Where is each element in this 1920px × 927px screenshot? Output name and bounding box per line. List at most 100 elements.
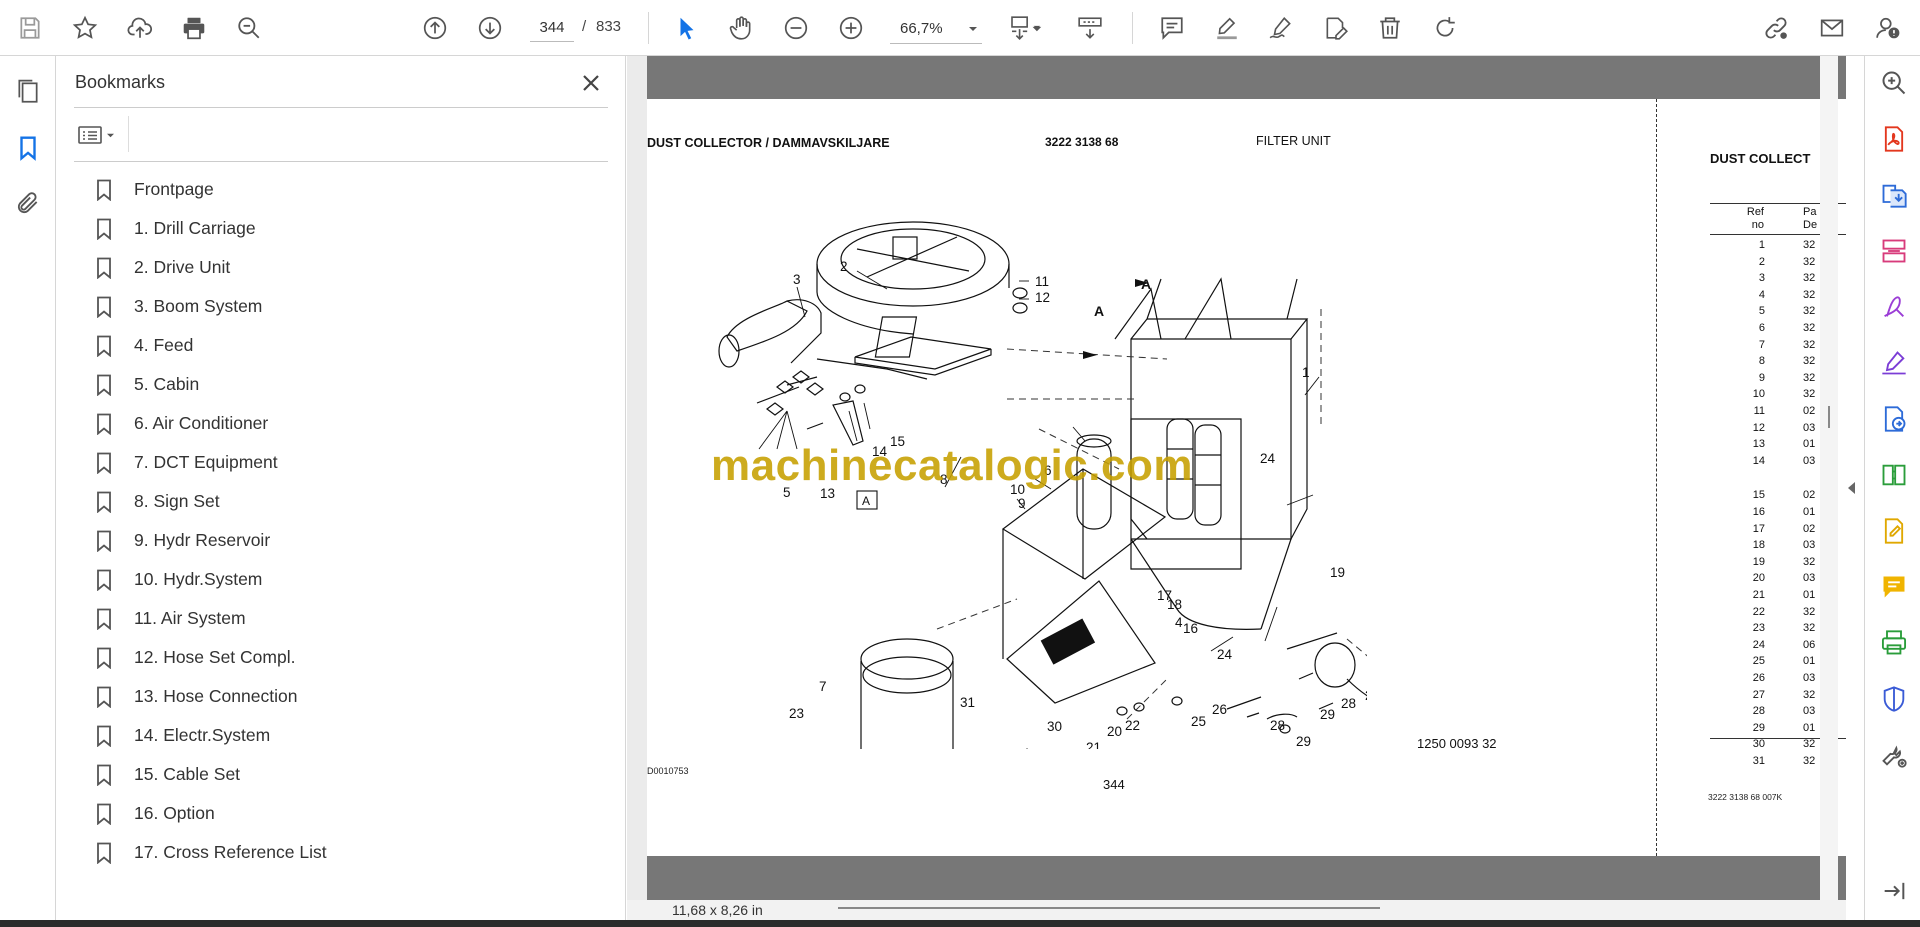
scrollbar-thumb[interactable]	[1828, 406, 1830, 428]
part-cell: 32	[1803, 322, 1816, 334]
bookmark-icon	[94, 450, 114, 476]
create-edit-icon[interactable]	[1879, 516, 1909, 546]
bookmark-options-button[interactable]	[74, 120, 122, 150]
select-cursor-icon[interactable]	[669, 10, 705, 46]
scan-ocr-icon[interactable]	[1879, 628, 1909, 658]
zoom-in-icon[interactable]	[833, 10, 869, 46]
bookmark-item[interactable]: 13. Hose Connection	[94, 677, 594, 716]
bookmark-item[interactable]: 14. Electr.System	[94, 716, 594, 755]
bookmark-item[interactable]: 7. DCT Equipment	[94, 443, 594, 482]
part-cell: 02	[1803, 522, 1816, 535]
bookmark-item[interactable]: 3. Boom System	[94, 287, 594, 326]
ref-cell: 1	[1758, 239, 1765, 251]
bookmark-item[interactable]: 1. Drill Carriage	[94, 209, 594, 248]
sign-icon[interactable]	[1263, 10, 1299, 46]
ref-cell: 21	[1752, 589, 1765, 601]
bookmark-item[interactable]: 4. Feed	[94, 326, 594, 365]
bookmark-item[interactable]: 2. Drive Unit	[94, 248, 594, 287]
bookmark-item[interactable]: 9. Hydr Reservoir	[94, 521, 594, 560]
panel-divider	[74, 107, 608, 108]
ref-cell: 24	[1752, 638, 1765, 651]
account-icon[interactable]	[1870, 10, 1906, 46]
organize-pages-icon[interactable]	[1879, 236, 1909, 266]
page-fit-icon[interactable]	[1000, 10, 1050, 46]
search-zoom-icon[interactable]	[231, 10, 267, 46]
bookmark-item[interactable]: 17. Cross Reference List	[94, 833, 594, 872]
comment-tool-icon[interactable]	[1879, 572, 1909, 602]
bookmark-item[interactable]: Frontpage	[94, 170, 594, 209]
email-icon[interactable]	[1814, 10, 1850, 46]
taskbar-strip	[0, 920, 1920, 927]
svg-text:A: A	[1141, 276, 1151, 292]
request-signature-icon[interactable]	[1879, 348, 1909, 378]
ref-cell: 28	[1752, 705, 1765, 718]
comment-icon[interactable]	[1154, 10, 1190, 46]
page-down-icon[interactable]	[472, 10, 508, 46]
hand-icon[interactable]	[723, 10, 759, 46]
delete-icon[interactable]	[1372, 10, 1408, 46]
fill-sign-icon[interactable]	[1879, 292, 1909, 322]
bookmark-list: Frontpage 1. Drill Carriage 2. Drive Unit 3…	[94, 170, 594, 872]
part-cell: 03	[1803, 672, 1816, 684]
bookmark-item[interactable]: 12. Hose Set Compl.	[94, 638, 594, 677]
create-pdf-icon[interactable]	[1879, 180, 1909, 210]
part-cell: 32	[1803, 288, 1816, 301]
bookmark-icon	[94, 177, 114, 203]
bookmark-item[interactable]: 10. Hydr.System	[94, 560, 594, 599]
zoom-level-select[interactable]: 66,7%	[890, 14, 982, 44]
status-bar: 11,68 x 8,26 in	[627, 900, 1846, 920]
page-gap	[647, 856, 1846, 902]
page-thumbnails-icon[interactable]	[12, 76, 44, 108]
bookmark-item[interactable]: 16. Option	[94, 794, 594, 833]
part-cell: 02	[1803, 405, 1816, 417]
page-number-input[interactable]	[530, 14, 574, 42]
ref-cell: 9	[1758, 371, 1765, 384]
vertical-scrollbar[interactable]	[1820, 56, 1838, 902]
bookmark-item[interactable]: 8. Sign Set	[94, 482, 594, 521]
upload-icon[interactable]	[122, 10, 158, 46]
bookmark-item[interactable]: 11. Air System	[94, 599, 594, 638]
bookmark-label: 2. Drive Unit	[134, 257, 231, 277]
part-cell: 32	[1803, 371, 1816, 384]
edit-icon[interactable]	[1318, 10, 1354, 46]
bookmark-icon	[94, 762, 114, 788]
bookmarks-panel-title: Bookmarks	[75, 72, 166, 92]
svg-text:26: 26	[1212, 702, 1227, 717]
zoom-out-icon[interactable]	[778, 10, 814, 46]
protect-icon[interactable]	[1879, 684, 1909, 714]
rotate-icon[interactable]	[1427, 10, 1463, 46]
star-icon[interactable]	[67, 10, 103, 46]
highlight-icon[interactable]	[1209, 10, 1245, 46]
bookmark-label: 11. Air System	[134, 608, 246, 628]
more-tools-icon[interactable]	[1879, 740, 1909, 770]
svg-text:2: 2	[840, 259, 848, 274]
bookmark-item[interactable]: 6. Air Conditioner	[94, 404, 594, 443]
save-icon[interactable]	[12, 10, 48, 46]
svg-text:28: 28	[1341, 696, 1356, 711]
export-pdf-icon[interactable]	[1879, 124, 1909, 154]
close-icon[interactable]	[576, 68, 606, 98]
attachment-icon[interactable]	[12, 187, 44, 219]
part-cell: 01	[1803, 589, 1816, 601]
compress-pdf-icon[interactable]	[1879, 404, 1909, 434]
bookmark-label: 3. Boom System	[134, 296, 263, 316]
scroll-mode-icon[interactable]	[1072, 10, 1108, 46]
compare-icon[interactable]	[1879, 460, 1909, 490]
collapse-panel-icon[interactable]	[1879, 876, 1909, 906]
svg-text:21: 21	[1086, 740, 1101, 749]
page-separator: /	[582, 18, 587, 35]
share-link-icon[interactable]	[1758, 10, 1794, 46]
bookmark-item[interactable]: 15. Cable Set	[94, 755, 594, 794]
horizontal-scrollbar-thumb[interactable]	[838, 907, 1380, 909]
bookmark-icon	[94, 216, 114, 242]
bookmark-item[interactable]: 5. Cabin	[94, 365, 594, 404]
zoom-tool-icon[interactable]	[1879, 68, 1909, 98]
print-icon[interactable]	[176, 10, 212, 46]
collapse-right-panel-icon[interactable]	[1844, 468, 1860, 508]
column-header-ref: Ref no	[1730, 206, 1764, 232]
column-header-part-line1: Pa	[1803, 206, 1817, 218]
bookmark-panel-icon[interactable]	[12, 132, 44, 164]
ref-cell: 15	[1752, 489, 1765, 502]
page-up-icon[interactable]	[417, 10, 453, 46]
document-viewport[interactable]: DUST COLLECTOR / DAMMAVSKILJARE 3222 313…	[627, 56, 1846, 920]
